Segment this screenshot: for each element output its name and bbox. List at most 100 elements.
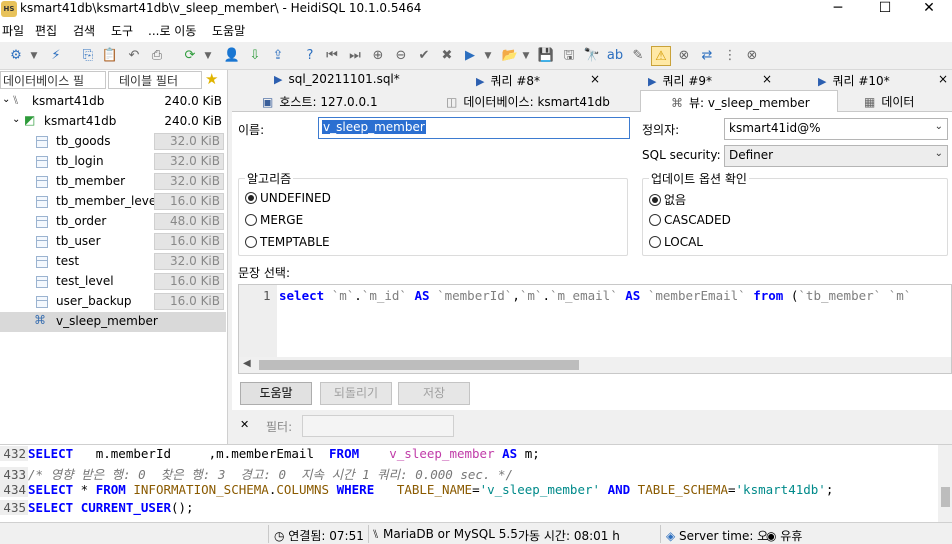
close-filter-icon[interactable]: ✕: [240, 418, 249, 431]
tab-query-file[interactable]: ▶ sql_20211101.sql*: [274, 72, 400, 90]
find-icon[interactable]: 🔭: [582, 46, 602, 66]
sql-security-select[interactable]: Definer ⌄: [724, 145, 948, 167]
session-manager-icon[interactable]: ⚙: [6, 46, 26, 66]
menu-tools[interactable]: 도구: [111, 22, 133, 39]
chevron-down-icon[interactable]: ⌄: [2, 94, 10, 105]
cancel-icon[interactable]: ✖: [437, 46, 457, 66]
close-button[interactable]: ✕: [906, 0, 952, 18]
radio-label: MERGE: [260, 213, 304, 227]
export-icon[interactable]: ⇪: [268, 46, 288, 66]
status-uptime: 가동 시간: 08:01 h: [518, 529, 620, 543]
save-as-icon[interactable]: 🖫: [559, 46, 579, 66]
tree-table-node[interactable]: test_level 16.0 KiB: [0, 272, 226, 292]
scroll-thumb[interactable]: [259, 360, 579, 370]
save-icon[interactable]: 💾: [536, 46, 556, 66]
tree-table-node[interactable]: tb_user 16.0 KiB: [0, 232, 226, 252]
definer-select[interactable]: ksmart41id@% ⌄: [724, 118, 948, 140]
help-icon[interactable]: ?: [300, 46, 320, 66]
radio-label: LOCAL: [664, 235, 703, 249]
undo-icon[interactable]: ↶: [124, 46, 144, 66]
log-icon[interactable]: ⇄: [697, 46, 717, 66]
close-icon[interactable]: ×: [590, 72, 600, 86]
post-icon[interactable]: ✔: [414, 46, 434, 66]
sql-editor[interactable]: 1 select `m`.`m_id` AS `memberId`,`m`.`m…: [238, 284, 952, 374]
stop-icon[interactable]: ⊗: [742, 46, 762, 66]
tab-host[interactable]: ▣ 호스트: 127.0.0.1: [262, 93, 378, 112]
chevron-down-icon[interactable]: ▼: [520, 46, 532, 66]
delete-record-icon[interactable]: ⊖: [391, 46, 411, 66]
menu-goto[interactable]: ...로 이동: [148, 22, 196, 39]
menu-search[interactable]: 검색: [73, 22, 95, 39]
close-icon[interactable]: ×: [938, 72, 948, 86]
chevron-down-icon[interactable]: ▼: [28, 46, 40, 66]
tree-node-label: tb_member: [56, 174, 126, 188]
scroll-left-icon[interactable]: ◀: [243, 358, 251, 369]
minimize-button[interactable]: ─: [815, 0, 861, 18]
chevron-down-icon[interactable]: ▼: [482, 46, 494, 66]
table-filter-input[interactable]: 테이블 필터: [108, 71, 202, 89]
first-record-icon[interactable]: ⏮: [322, 46, 342, 66]
paste-icon[interactable]: 📋: [100, 46, 120, 66]
tree-database-node[interactable]: ⌄ ◩ ksmart41db 240.0 KiB: [0, 112, 226, 132]
tree-table-node[interactable]: tb_order 48.0 KiB: [0, 212, 226, 232]
vertical-scrollbar[interactable]: [938, 445, 952, 523]
menu-file[interactable]: 파일: [2, 22, 24, 39]
database-filter-input[interactable]: 데이터베이스 필: [0, 71, 106, 89]
disconnect-icon[interactable]: ⚡: [46, 46, 66, 66]
close-icon[interactable]: ×: [762, 72, 772, 86]
tree-table-node[interactable]: user_backup 16.0 KiB: [0, 292, 226, 312]
radio-undefined[interactable]: UNDEFINED: [245, 191, 331, 205]
word-wrap-icon[interactable]: ⊗: [674, 46, 694, 66]
tab-query-10[interactable]: ▶ 쿼리 #10*: [818, 72, 890, 90]
radio-cascaded[interactable]: CASCADED: [649, 213, 731, 227]
tree-table-node[interactable]: tb_login 32.0 KiB: [0, 152, 226, 172]
user-manager-icon[interactable]: 👤: [222, 46, 242, 66]
warning-icon[interactable]: ⚠: [651, 46, 671, 66]
radio-temptable[interactable]: TEMPTABLE: [245, 235, 330, 249]
run-icon[interactable]: ▶: [460, 46, 480, 66]
tree-node-size: 32.0 KiB: [154, 173, 224, 190]
insert-record-icon[interactable]: ⊕: [368, 46, 388, 66]
tree-database-node[interactable]: ⌄ ⑊ ksmart41db 240.0 KiB: [0, 92, 226, 112]
tab-database[interactable]: ◫ 데이터베이스: ksmart41db: [446, 93, 610, 112]
print-icon[interactable]: ⎙: [147, 46, 167, 66]
menu-help[interactable]: 도움말: [212, 22, 245, 39]
chevron-down-icon[interactable]: ▼: [202, 46, 214, 66]
tab-query-9[interactable]: ▶ 쿼리 #9*: [648, 72, 712, 90]
help-button[interactable]: 도움말: [240, 382, 312, 405]
scroll-thumb[interactable]: [941, 487, 950, 507]
tree-node-size: 32.0 KiB: [154, 153, 224, 170]
tab-data[interactable]: ▦ 데이터: [864, 93, 914, 112]
tree-view-node[interactable]: ⌘ v_sleep_member: [0, 312, 226, 332]
view-name-input[interactable]: v_sleep_member: [318, 117, 630, 139]
maximize-button[interactable]: ☐: [862, 0, 908, 18]
tree-table-node[interactable]: tb_member_level 16.0 KiB: [0, 192, 226, 212]
save-button[interactable]: 저장: [398, 382, 470, 405]
chevron-down-icon[interactable]: ⌄: [12, 114, 20, 125]
revert-button[interactable]: 되돌리기: [320, 382, 392, 405]
tree-table-node[interactable]: tb_goods 32.0 KiB: [0, 132, 226, 152]
format-sql-icon[interactable]: ✎: [628, 46, 648, 66]
tab-view[interactable]: ⌘ 뷰: v_sleep_member: [640, 90, 838, 112]
import-icon[interactable]: ⇩: [245, 46, 265, 66]
radio-none[interactable]: 없음: [649, 191, 686, 208]
refresh-icon[interactable]: ⟳: [180, 46, 200, 66]
copy-icon[interactable]: ⎘: [78, 46, 98, 66]
filter-input[interactable]: [302, 415, 454, 437]
radio-local[interactable]: LOCAL: [649, 235, 703, 249]
tree-node-size: 240.0 KiB: [164, 114, 222, 128]
status-separator: [660, 525, 661, 543]
radio-merge[interactable]: MERGE: [245, 213, 303, 227]
tree-table-node[interactable]: test 32.0 KiB: [0, 252, 226, 272]
replace-icon[interactable]: ab: [605, 46, 625, 66]
more-icon[interactable]: ⋮: [720, 46, 740, 66]
open-file-icon[interactable]: 📂: [500, 46, 520, 66]
horizontal-scrollbar[interactable]: ◀: [239, 357, 951, 373]
menu-edit[interactable]: 편집: [35, 22, 57, 39]
table-icon: [36, 256, 48, 268]
tab-query-8[interactable]: ▶ 쿼리 #8*: [476, 72, 540, 90]
tree-table-node[interactable]: tb_member 32.0 KiB: [0, 172, 226, 192]
object-tabs: ▣ 호스트: 127.0.0.1 ◫ 데이터베이스: ksmart41db ⌘ 뷰: …: [232, 90, 952, 112]
star-icon[interactable]: ★: [205, 70, 218, 88]
last-record-icon[interactable]: ⏭: [345, 46, 365, 66]
